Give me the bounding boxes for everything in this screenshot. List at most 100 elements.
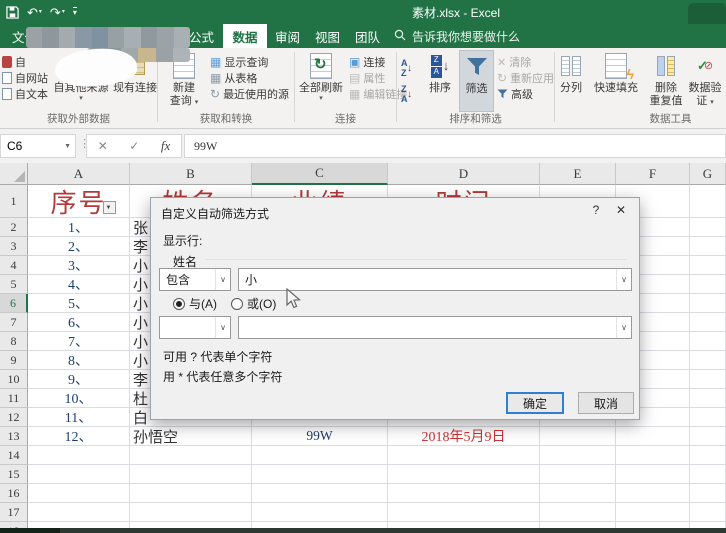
cell-D15[interactable] [388, 465, 540, 484]
cell-G13[interactable] [690, 427, 726, 446]
cell-F13[interactable] [616, 427, 690, 446]
from-web-button[interactable]: 自网站 [2, 70, 48, 86]
row-header-3[interactable]: 3 [0, 237, 28, 256]
redo-icon[interactable]: ↷▾ [50, 6, 65, 19]
save-icon[interactable] [6, 6, 19, 19]
customize-qat-icon[interactable]: ▾ [73, 7, 77, 17]
cell-C17[interactable] [252, 503, 388, 522]
insert-function-icon[interactable]: fx [161, 138, 170, 154]
cell-A3[interactable]: 2、 [28, 237, 130, 256]
cell-B15[interactable] [130, 465, 252, 484]
cell-A6[interactable]: 5、 [28, 294, 130, 313]
cell-C16[interactable] [252, 484, 388, 503]
cell-E16[interactable] [540, 484, 616, 503]
cell-G7[interactable] [690, 313, 726, 332]
cell-A10[interactable]: 9、 [28, 370, 130, 389]
from-table-button[interactable]: ▦ 从表格 [210, 70, 257, 86]
operator-1-select[interactable]: 包含 ∨ [159, 268, 231, 291]
filter-dropdown-icon[interactable]: ▼ [103, 201, 116, 214]
name-box-dropdown-icon[interactable]: ▼ [64, 143, 71, 150]
show-queries-button[interactable]: ▦ 显示查询 [210, 54, 268, 70]
chevron-down-icon[interactable]: ∨ [616, 269, 631, 290]
cell-D13[interactable]: 2018年5月9日 [388, 427, 540, 446]
cancel-entry-icon[interactable]: ✕ [98, 139, 108, 153]
cell-G6[interactable] [690, 294, 726, 313]
advanced-filter-button[interactable]: 高级 [497, 86, 533, 102]
cell-D16[interactable] [388, 484, 540, 503]
cell-A7[interactable]: 6、 [28, 313, 130, 332]
tab-team[interactable]: 团队 [349, 24, 386, 48]
cell-E13[interactable] [540, 427, 616, 446]
cell-E14[interactable] [540, 446, 616, 465]
chevron-down-icon[interactable]: ∨ [215, 269, 230, 290]
column-header-D[interactable]: D [388, 163, 540, 185]
refresh-all-button[interactable]: ↻ 全部刷新 ▾ [297, 50, 345, 112]
cell-A4[interactable]: 3、 [28, 256, 130, 275]
and-radio[interactable]: 与(A) [173, 295, 217, 312]
cell-A11[interactable]: 10、 [28, 389, 130, 408]
text-to-columns-button[interactable]: 分列 [555, 50, 587, 112]
value-2-combobox[interactable]: ∨ [238, 316, 632, 339]
cell-F17[interactable] [616, 503, 690, 522]
cell-G4[interactable] [690, 256, 726, 275]
cell-C15[interactable] [252, 465, 388, 484]
formula-input[interactable]: 99W [184, 134, 726, 158]
row-header-6[interactable]: 6 [0, 294, 28, 313]
remove-duplicates-button[interactable]: 删除 重复值 [646, 50, 686, 112]
select-all-corner[interactable] [0, 163, 28, 185]
recent-sources-button[interactable]: ↻ 最近使用的源 [210, 86, 289, 102]
cell-A5[interactable]: 4、 [28, 275, 130, 294]
chevron-down-icon[interactable]: ∨ [215, 317, 230, 338]
cell-G8[interactable] [690, 332, 726, 351]
from-access-button[interactable]: 自 [2, 54, 26, 70]
cell-A12[interactable]: 11、 [28, 408, 130, 427]
cell-G2[interactable] [690, 218, 726, 237]
column-header-C[interactable]: C [252, 163, 388, 185]
cell-C14[interactable] [252, 446, 388, 465]
row-header-7[interactable]: 7 [0, 313, 28, 332]
cancel-button[interactable]: 取消 [578, 392, 634, 414]
cell-F14[interactable] [616, 446, 690, 465]
column-header-G[interactable]: G [690, 163, 726, 185]
row-header-11[interactable]: 11 [0, 389, 28, 408]
cell-A14[interactable] [28, 446, 130, 465]
cell-G11[interactable] [690, 389, 726, 408]
row-header-1[interactable]: 1 [0, 185, 28, 218]
row-header-13[interactable]: 13 [0, 427, 28, 446]
row-header-2[interactable]: 2 [0, 218, 28, 237]
flash-fill-button[interactable]: ϟ 快速填充 [588, 50, 644, 112]
sort-az-button[interactable]: AZ↓ [401, 58, 412, 78]
row-header-17[interactable]: 17 [0, 503, 28, 522]
data-validation-button[interactable]: ✓ ⊘ 数据验 证 ▾ [687, 50, 723, 112]
cell-A13[interactable]: 12、 [28, 427, 130, 446]
column-header-A[interactable]: A [28, 163, 130, 185]
tab-data[interactable]: 数据 [223, 24, 267, 48]
cell-E17[interactable] [540, 503, 616, 522]
name-box[interactable]: C6 ▼ [0, 134, 76, 158]
cell-C13[interactable]: 99W [252, 427, 388, 446]
or-radio[interactable]: 或(O) [231, 295, 276, 312]
filter-button[interactable]: 筛选 [459, 50, 494, 112]
cell-G17[interactable] [690, 503, 726, 522]
cell-A8[interactable]: 7、 [28, 332, 130, 351]
cell-A2[interactable]: 1、 [28, 218, 130, 237]
from-text-button[interactable]: 自文本 [2, 86, 48, 102]
cell-D17[interactable] [388, 503, 540, 522]
cell-A9[interactable]: 8、 [28, 351, 130, 370]
cell-B17[interactable] [130, 503, 252, 522]
cell-G9[interactable] [690, 351, 726, 370]
connections-button[interactable]: ▣ 连接 [349, 54, 385, 70]
reapply-button[interactable]: ↻ 重新应用 [497, 70, 554, 86]
cell-G5[interactable] [690, 275, 726, 294]
column-header-B[interactable]: B [130, 163, 252, 185]
cell-G14[interactable] [690, 446, 726, 465]
cell-E15[interactable] [540, 465, 616, 484]
properties-button[interactable]: ▤ 属性 [349, 70, 385, 86]
operator-2-select[interactable]: ∨ [159, 316, 231, 339]
row-header-5[interactable]: 5 [0, 275, 28, 294]
dialog-help-button[interactable]: ? [588, 203, 604, 219]
tell-me-box[interactable]: 告诉我你想要做什么 [394, 24, 520, 48]
cell-G16[interactable] [690, 484, 726, 503]
cell-G15[interactable] [690, 465, 726, 484]
tab-review[interactable]: 审阅 [269, 24, 306, 48]
